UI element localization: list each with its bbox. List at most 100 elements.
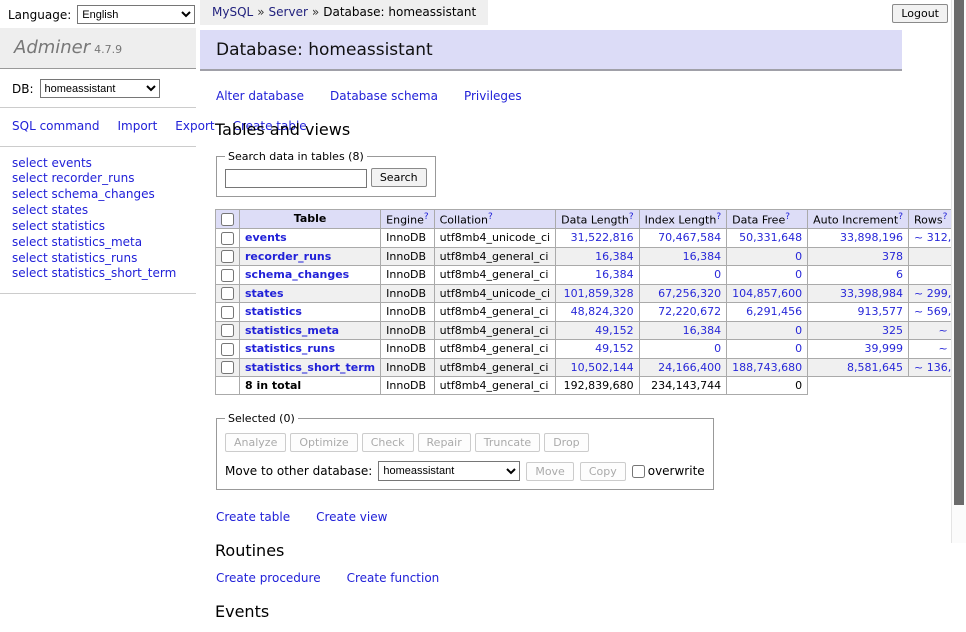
main-content: Database: homeassistant Alter databaseDa… — [200, 0, 951, 632]
overwrite-checkbox[interactable] — [632, 465, 645, 478]
column-header-auto-increment[interactable]: Auto Increment? — [808, 209, 909, 229]
sidebar-item-select-statistics[interactable]: select statistics — [12, 219, 184, 235]
auto-increment-cell: 6 — [808, 266, 909, 285]
data-length-cell: 49,152 — [556, 321, 639, 340]
sidebar-item-sql-command[interactable]: SQL command — [12, 119, 99, 133]
help-icon[interactable]: ? — [785, 212, 790, 222]
alter-database-link[interactable]: Alter database — [216, 89, 304, 103]
select-all-checkbox[interactable] — [221, 213, 234, 226]
row-checkbox[interactable] — [221, 250, 234, 263]
search-input[interactable] — [225, 169, 367, 188]
column-header-index-length[interactable]: Index Length? — [639, 209, 727, 229]
selected-buttons: AnalyzeOptimize CheckRepairTruncateDrop — [225, 433, 705, 452]
help-icon[interactable]: ? — [629, 212, 634, 222]
row-checkbox[interactable] — [221, 306, 234, 319]
row-checkbox[interactable] — [221, 324, 234, 337]
privileges-link[interactable]: Privileges — [464, 89, 522, 103]
move-database-select[interactable]: homeassistant — [378, 461, 520, 481]
overwrite-option: overwrite — [632, 464, 705, 478]
search-legend: Search data in tables (8) — [225, 150, 367, 163]
index-length-cell: 0 — [639, 266, 727, 285]
table-link[interactable]: statistics_short_term — [245, 361, 375, 374]
engine-cell: InnoDB — [381, 284, 434, 303]
total-label: 8 in total — [240, 377, 381, 395]
collation-cell: utf8mb4_general_ci — [434, 358, 555, 377]
create-function-link[interactable]: Create function — [347, 571, 440, 585]
selected-legend: Selected (0) — [225, 412, 298, 425]
optimize-button[interactable]: Optimize — [290, 433, 357, 452]
selected-fieldset: Selected (0) AnalyzeOptimize CheckRepairT… — [216, 412, 714, 490]
data-length-cell: 16,384 — [556, 247, 639, 266]
sidebar: Adminer4.7.9 DB: homeassistant SQL comma… — [0, 28, 196, 294]
repair-button[interactable]: Repair — [418, 433, 471, 452]
row-checkbox[interactable] — [221, 343, 234, 356]
table-link[interactable]: events — [245, 231, 287, 244]
tables-list: TableEngine?Collation?Data Length?Index … — [215, 209, 966, 396]
db-select[interactable]: homeassistant — [40, 79, 160, 98]
index-length-cell: 67,256,320 — [639, 284, 727, 303]
column-header-collation[interactable]: Collation? — [434, 209, 555, 229]
db-label: DB: — [12, 82, 34, 96]
help-icon[interactable]: ? — [716, 212, 721, 222]
help-icon[interactable]: ? — [488, 212, 493, 222]
tables-and-views-title: Tables and views — [215, 120, 937, 139]
sidebar-item-select-statistics-short-term[interactable]: select statistics_short_term — [12, 266, 184, 282]
auto-increment-cell: 33,398,984 — [808, 284, 909, 303]
truncate-button[interactable]: Truncate — [475, 433, 540, 452]
data-length-cell: 16,384 — [556, 266, 639, 285]
column-header-data-free[interactable]: Data Free? — [727, 209, 808, 229]
analyze-button[interactable]: Analyze — [225, 433, 286, 452]
data-length-cell: 49,152 — [556, 340, 639, 359]
tables-list-body: eventsInnoDButf8mb4_unicode_ci31,522,816… — [216, 229, 966, 377]
copy-button[interactable]: Copy — [580, 462, 626, 481]
sidebar-item-select-statistics-runs[interactable]: select statistics_runs — [12, 251, 184, 267]
sidebar-item-select-schema-changes[interactable]: select schema_changes — [12, 187, 184, 203]
search-button[interactable]: Search — [371, 168, 427, 187]
row-checkbox[interactable] — [221, 232, 234, 245]
scrollbar-thumb[interactable] — [954, 0, 964, 505]
total-row: 8 in totalInnoDButf8mb4_general_ci192,83… — [216, 377, 966, 395]
auto-increment-cell: 913,577 — [808, 303, 909, 322]
sidebar-table-links: select events select recorder_runs selec… — [0, 147, 196, 295]
sidebar-item-import[interactable]: Import — [117, 119, 157, 133]
move-button[interactable]: Move — [526, 462, 574, 481]
row-checkbox[interactable] — [221, 287, 234, 300]
create-view-link[interactable]: Create view — [316, 510, 387, 524]
table-link[interactable]: schema_changes — [245, 268, 349, 281]
engine-cell: InnoDB — [381, 266, 434, 285]
data-length-cell: 31,522,816 — [556, 229, 639, 248]
language-select[interactable]: English — [77, 5, 195, 24]
sidebar-item-select-recorder-runs[interactable]: select recorder_runs — [12, 171, 184, 187]
check-button[interactable]: Check — [362, 433, 414, 452]
total-engine: InnoDB — [381, 377, 434, 395]
create-table-link[interactable]: Create table — [216, 510, 290, 524]
row-checkbox[interactable] — [221, 361, 234, 374]
row-checkbox[interactable] — [221, 269, 234, 282]
drop-button[interactable]: Drop — [544, 433, 588, 452]
help-icon[interactable]: ? — [943, 212, 948, 222]
table-link[interactable]: states — [245, 287, 284, 300]
column-header-data-length[interactable]: Data Length? — [556, 209, 639, 229]
table-link[interactable]: statistics_meta — [245, 324, 339, 337]
column-header-engine[interactable]: Engine? — [381, 209, 434, 229]
table-link[interactable]: statistics — [245, 305, 302, 318]
tables-list-footer: 8 in totalInnoDButf8mb4_general_ci192,83… — [216, 377, 966, 395]
overwrite-label: overwrite — [648, 464, 705, 478]
table-link[interactable]: recorder_runs — [245, 250, 331, 263]
help-icon[interactable]: ? — [898, 212, 903, 222]
total-index-length: 234,143,744 — [639, 377, 727, 395]
collation-cell: utf8mb4_general_ci — [434, 266, 555, 285]
language-label: Language: — [8, 8, 71, 22]
create-procedure-link[interactable]: Create procedure — [216, 571, 321, 585]
total-data-free: 0 — [727, 377, 808, 395]
sidebar-item-select-statistics-meta[interactable]: select statistics_meta — [12, 235, 184, 251]
routines-links: Create procedure Create function — [216, 571, 937, 585]
help-icon[interactable]: ? — [424, 212, 429, 222]
sidebar-item-select-events[interactable]: select events — [12, 156, 184, 172]
table-row: statisticsInnoDButf8mb4_general_ci48,824… — [216, 303, 966, 322]
table-link[interactable]: statistics_runs — [245, 342, 335, 355]
database-schema-link[interactable]: Database schema — [330, 89, 438, 103]
scrollbar[interactable] — [951, 0, 966, 543]
sidebar-item-select-states[interactable]: select states — [12, 203, 184, 219]
move-database-label: Move to other database: — [225, 464, 372, 478]
